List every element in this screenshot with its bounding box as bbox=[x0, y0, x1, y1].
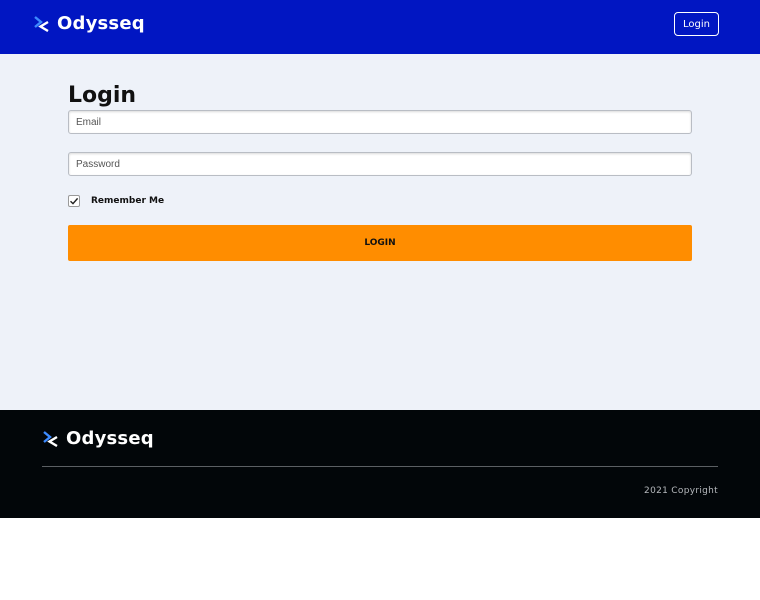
top-navbar: Odysseq Login bbox=[0, 0, 760, 54]
copyright-text: 2021 Copyright bbox=[644, 486, 718, 496]
chevron-arrow-logo-icon bbox=[43, 431, 58, 447]
brand-name: Odysseq bbox=[57, 13, 145, 34]
nav-login-button[interactable]: Login bbox=[674, 12, 719, 36]
remember-me-label: Remember Me bbox=[91, 196, 165, 206]
remember-me-row: Remember Me bbox=[68, 194, 164, 208]
password-field[interactable] bbox=[68, 152, 692, 176]
email-field[interactable] bbox=[68, 110, 692, 134]
checkmark-icon bbox=[70, 197, 79, 205]
footer-divider bbox=[42, 466, 718, 467]
brand-logo-link[interactable]: Odysseq bbox=[34, 12, 145, 36]
chevron-arrow-logo-icon bbox=[34, 16, 49, 32]
footer: Odysseq 2021 Copyright bbox=[0, 410, 760, 518]
footer-brand-logo-link[interactable]: Odysseq bbox=[43, 427, 154, 451]
footer-brand-name: Odysseq bbox=[66, 428, 154, 449]
login-section: Login Remember Me LOGIN bbox=[0, 54, 760, 410]
login-submit-button[interactable]: LOGIN bbox=[68, 225, 692, 261]
remember-me-checkbox[interactable] bbox=[68, 195, 80, 207]
page-title: Login bbox=[68, 83, 137, 108]
